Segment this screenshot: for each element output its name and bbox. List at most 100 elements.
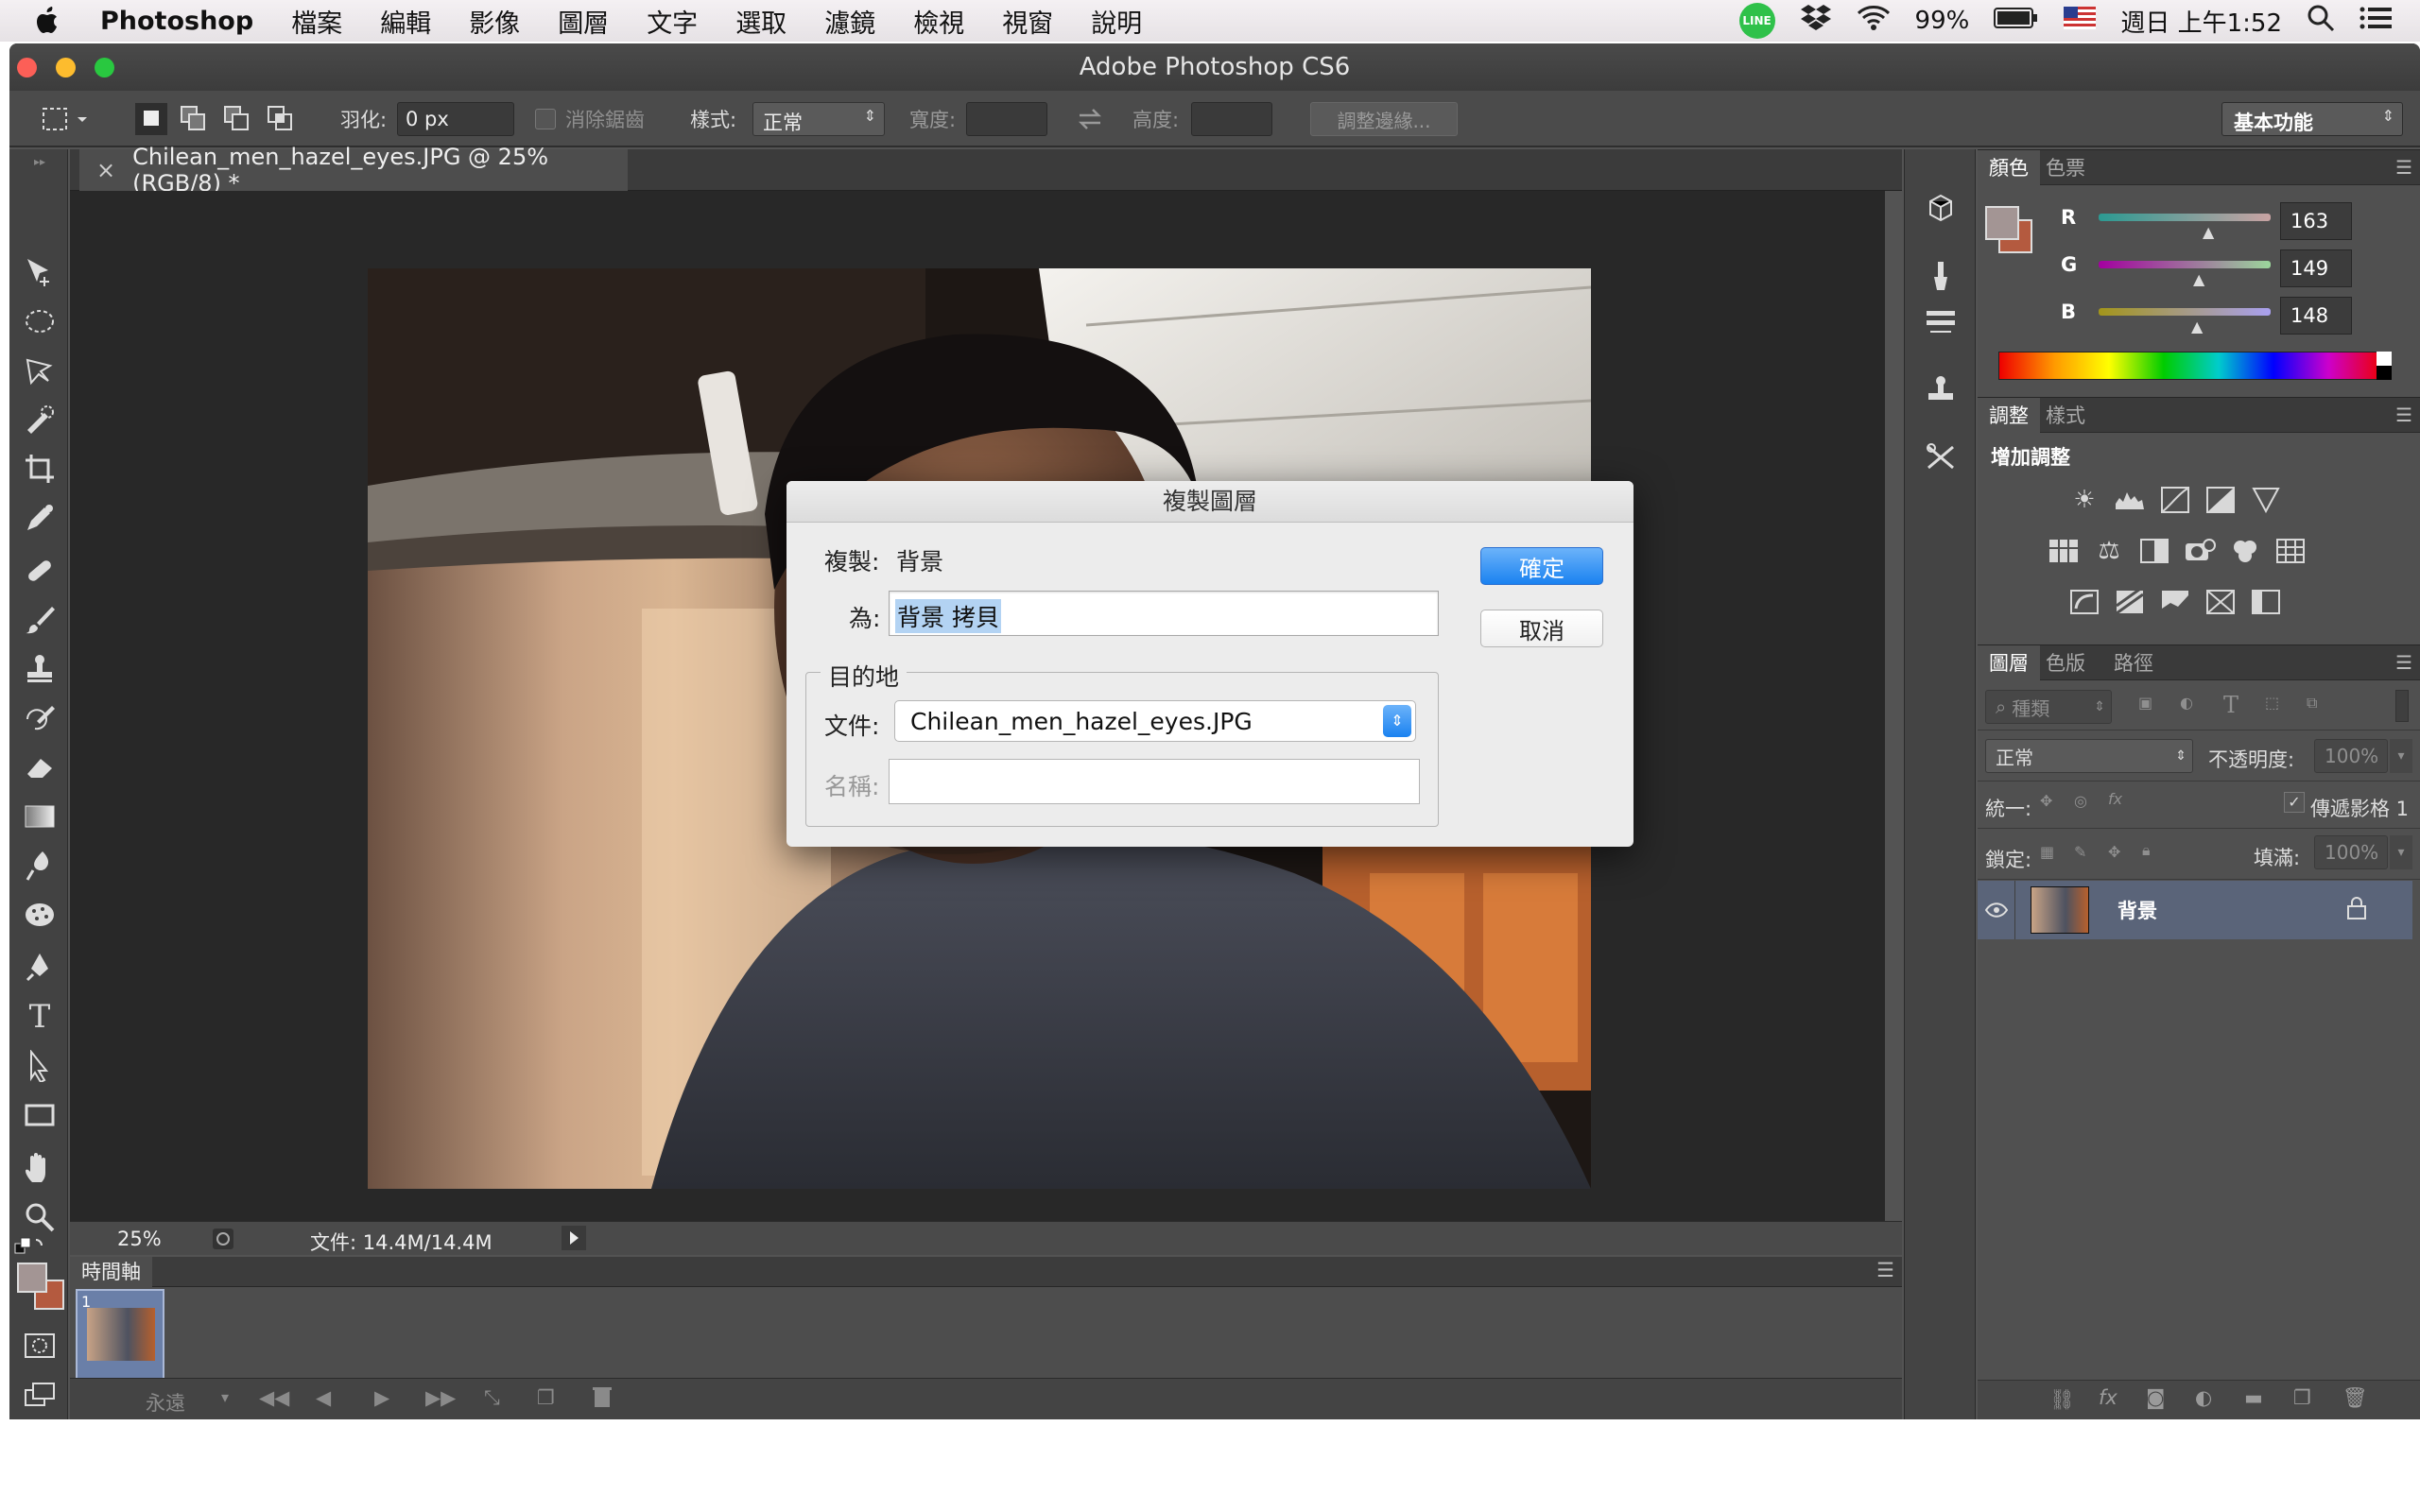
fill-input[interactable]: 100% xyxy=(2314,835,2388,869)
menu-window[interactable]: 視窗 xyxy=(1002,3,1053,40)
quick-mask-icon[interactable] xyxy=(21,1327,59,1365)
curves-icon[interactable] xyxy=(2159,484,2191,516)
filter-type-icon[interactable]: T xyxy=(2223,692,2238,718)
channel-r-input[interactable]: 163 xyxy=(2280,202,2352,240)
color-spectrum-ramp[interactable] xyxy=(1998,352,2384,380)
type-tool-icon[interactable]: T xyxy=(21,998,59,1036)
hand-tool-icon[interactable] xyxy=(21,1149,59,1187)
foreground-color-swatch[interactable] xyxy=(17,1263,47,1293)
duplicate-frame-icon[interactable]: ❐ xyxy=(537,1386,555,1409)
height-input[interactable] xyxy=(1191,102,1272,136)
elliptical-marquee-tool-icon[interactable] xyxy=(21,302,59,340)
clone-stamp-tool-icon[interactable] xyxy=(21,650,59,688)
blend-mode-select[interactable]: 正常 ⇕ xyxy=(1985,739,2193,773)
first-frame-icon[interactable]: ◀◀ xyxy=(259,1386,289,1409)
vibrance-icon[interactable] xyxy=(2250,484,2282,516)
chevron-down-icon[interactable]: ▾ xyxy=(221,1388,229,1406)
battery-icon[interactable] xyxy=(1994,7,2039,36)
quick-selection-tool-icon[interactable] xyxy=(21,401,59,438)
channel-b-input[interactable]: 148 xyxy=(2280,297,2352,335)
menu-image[interactable]: 影像 xyxy=(469,3,520,40)
status-menu-arrow-icon[interactable] xyxy=(562,1226,586,1250)
zoom-tool-icon[interactable] xyxy=(21,1198,59,1236)
minimize-window-button[interactable] xyxy=(56,58,76,77)
black-white-icon[interactable] xyxy=(2138,535,2170,567)
layer-name[interactable]: 背景 xyxy=(2118,896,2157,924)
history-brush-tool-icon[interactable] xyxy=(21,699,59,737)
next-frame-icon[interactable]: ▶▶ xyxy=(425,1386,456,1409)
spotlight-search-icon[interactable] xyxy=(2307,4,2335,39)
chevron-down-icon[interactable]: ▾ xyxy=(2390,739,2412,773)
brush-tool-icon[interactable] xyxy=(21,601,59,639)
hue-saturation-icon[interactable] xyxy=(2048,535,2080,567)
new-document-name-input[interactable] xyxy=(889,759,1420,804)
menu-help[interactable]: 說明 xyxy=(1091,3,1142,40)
tab-adjustments[interactable]: 調整 xyxy=(1978,398,2040,434)
exposure-icon[interactable] xyxy=(2204,484,2237,516)
pen-tool-icon[interactable] xyxy=(21,949,59,987)
invert-icon[interactable] xyxy=(2068,586,2100,618)
channel-mixer-icon[interactable] xyxy=(2229,535,2261,567)
menu-type[interactable]: 文字 xyxy=(647,3,698,40)
channel-r-slider[interactable] xyxy=(2099,214,2271,221)
unify-position-icon[interactable]: ✥ xyxy=(2040,792,2052,810)
chevron-down-icon[interactable]: ▾ xyxy=(2390,835,2412,869)
refine-edge-button[interactable]: 調整邊緣... xyxy=(1310,102,1458,136)
tween-icon[interactable]: ⤡ xyxy=(484,1386,500,1410)
menu-select[interactable]: 選取 xyxy=(735,3,786,40)
move-tool-icon[interactable] xyxy=(21,253,59,291)
rectangle-tool-icon[interactable] xyxy=(21,1096,59,1134)
sponge-tool-icon[interactable] xyxy=(21,896,59,934)
tab-swatches[interactable]: 色票 xyxy=(2034,150,2097,186)
clone-source-icon[interactable] xyxy=(1920,369,1962,410)
panel-menu-icon[interactable]: ☰ xyxy=(1876,1259,1894,1281)
lock-all-icon[interactable]: 🔒︎ xyxy=(2142,841,2151,860)
battery-percent[interactable]: 99% xyxy=(1915,7,1970,35)
brightness-contrast-icon[interactable]: ☀ xyxy=(2068,484,2100,516)
app-menu[interactable]: Photoshop xyxy=(100,7,253,36)
add-to-selection-icon[interactable] xyxy=(180,91,208,147)
layer-name-input[interactable]: 背景 拷貝 xyxy=(889,591,1439,636)
tab-layers[interactable]: 圖層 xyxy=(1978,645,2040,681)
screen-mode-icon[interactable] xyxy=(21,1376,59,1414)
visibility-eye-icon[interactable] xyxy=(1978,881,2015,939)
tab-color[interactable]: 顏色 xyxy=(1978,150,2040,186)
layer-row[interactable]: 背景 xyxy=(1978,881,2412,939)
zoom-window-button[interactable] xyxy=(95,58,114,77)
add-layer-mask-icon[interactable]: ◙ xyxy=(2146,1386,2165,1409)
notification-center-icon[interactable] xyxy=(2360,6,2392,37)
close-document-icon[interactable]: × xyxy=(96,157,115,183)
tab-styles[interactable]: 樣式 xyxy=(2034,398,2097,434)
posterize-icon[interactable] xyxy=(2114,586,2146,618)
apple-menu-icon[interactable] xyxy=(34,6,62,36)
intersect-selection-icon[interactable] xyxy=(267,91,295,147)
path-selection-tool-icon[interactable] xyxy=(21,1047,59,1085)
menu-edit[interactable]: 編輯 xyxy=(380,3,431,40)
style-select[interactable]: 正常 ⇕ xyxy=(752,102,885,136)
document-tab[interactable]: × Chilean_men_hazel_eyes.JPG @ 25% (RGB/… xyxy=(79,144,628,197)
swap-dimensions-icon[interactable] xyxy=(1076,91,1104,147)
blur-tool-icon[interactable] xyxy=(21,847,59,885)
clock[interactable]: 週日 上午1:52 xyxy=(2120,4,2282,39)
gradient-tool-icon[interactable] xyxy=(21,798,59,835)
selective-color-icon[interactable] xyxy=(2250,586,2282,618)
document-select[interactable]: Chilean_men_hazel_eyes.JPG ⇕ xyxy=(894,700,1416,742)
menu-filter[interactable]: 濾鏡 xyxy=(824,3,875,40)
previous-frame-icon[interactable]: ◀ xyxy=(316,1386,331,1409)
new-layer-icon[interactable]: ❐ xyxy=(2293,1386,2311,1409)
lock-pixels-icon[interactable]: ✎ xyxy=(2074,843,2086,861)
timeline-tab[interactable]: 時間軸 xyxy=(70,1257,152,1287)
ok-button[interactable]: 確定 xyxy=(1480,547,1603,585)
link-layers-icon[interactable]: ⛓ xyxy=(2049,1388,2075,1412)
panel-menu-icon[interactable]: ☰ xyxy=(2395,651,2412,674)
filter-toggle-switch[interactable] xyxy=(2395,690,2409,722)
color-panel-foreground-swatch[interactable] xyxy=(1985,206,2019,240)
white-swatch[interactable] xyxy=(2377,352,2392,366)
channel-g-slider[interactable] xyxy=(2099,261,2271,268)
levels-icon[interactable] xyxy=(2114,484,2146,516)
color-balance-icon[interactable]: ⚖ xyxy=(2093,535,2125,567)
line-app-icon[interactable]: LINE xyxy=(1738,3,1775,39)
status-info-icon[interactable] xyxy=(212,1228,234,1255)
subtract-from-selection-icon[interactable] xyxy=(223,91,251,147)
dropbox-icon[interactable] xyxy=(1800,4,1832,39)
